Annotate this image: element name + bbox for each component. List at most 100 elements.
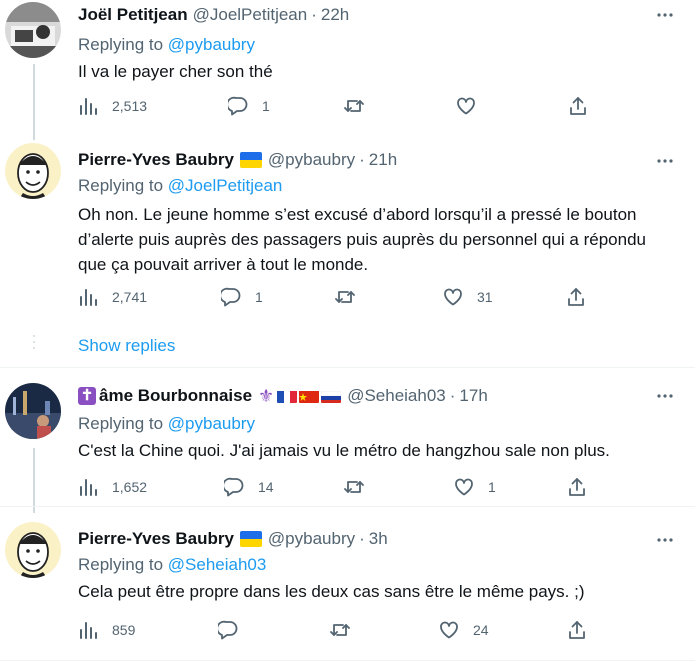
avatar[interactable]: [5, 383, 61, 439]
like-icon: [444, 288, 462, 306]
reply-button[interactable]: 1: [221, 287, 263, 307]
replying-prefix: Replying to: [78, 176, 168, 195]
avatar[interactable]: [5, 522, 61, 578]
retweet-button[interactable]: [335, 287, 369, 307]
reply-icon: [228, 96, 248, 116]
separator-dot: ·: [449, 386, 456, 405]
reply-button[interactable]: [218, 620, 252, 640]
share-button[interactable]: [567, 477, 587, 497]
share-icon: [570, 97, 586, 115]
action-bar: 859 24: [78, 620, 598, 644]
like-count: 31: [477, 289, 493, 305]
replying-to: Replying to @JoelPetitjean: [78, 175, 282, 197]
retweet-button[interactable]: [344, 477, 378, 497]
author-name[interactable]: Pierre-Yves Baubry: [78, 149, 234, 171]
views-button[interactable]: 1,652: [78, 477, 147, 497]
reply-mention-link[interactable]: @pybaubry: [168, 414, 255, 433]
share-icon: [569, 621, 585, 639]
reply-button[interactable]: 1: [228, 96, 270, 116]
replying-to: Replying to @pybaubry: [78, 413, 255, 435]
tweet-1[interactable]: Joël Petitjean @JoelPetitjean · 22h Repl…: [0, 0, 695, 140]
fleur-de-lis-icon: ⚜: [258, 386, 275, 406]
tweet-text: Oh non. Le jeune homme s’est excusé d’ab…: [78, 205, 646, 274]
views-button[interactable]: 2,513: [78, 96, 147, 116]
more-icon[interactable]: [655, 5, 675, 25]
ukraine-flag-icon: [239, 531, 262, 547]
more-icon[interactable]: [655, 386, 675, 406]
reply-count: 14: [258, 479, 274, 495]
more-icon[interactable]: [655, 151, 675, 171]
avatar[interactable]: [5, 143, 61, 199]
views-count: 1,652: [112, 479, 148, 495]
like-button[interactable]: 24: [439, 620, 489, 640]
author-handle[interactable]: @JoelPetitjean: [193, 4, 308, 26]
like-icon: [457, 97, 475, 115]
action-bar: 2,741 1 31: [78, 287, 598, 311]
views-count: 859: [112, 622, 136, 638]
share-button[interactable]: [567, 620, 587, 640]
more-icon[interactable]: [655, 530, 675, 550]
replying-prefix: Replying to: [78, 35, 168, 54]
tweet-4[interactable]: Pierre-Yves Baubry @pybaubry · 3h Replyi…: [0, 508, 695, 662]
tweet-3[interactable]: ✝ âme Bourbonnaise ⚜ @Seheiah03 · 17h Re…: [0, 368, 695, 513]
cross-icon: ✝: [78, 387, 96, 405]
like-icon: [440, 621, 458, 639]
tweet-text: C'est la Chine quoi. J'ai jamais vu le m…: [78, 441, 610, 460]
replying-prefix: Replying to: [78, 414, 168, 433]
reply-mention-link[interactable]: @JoelPetitjean: [168, 176, 283, 195]
share-icon: [568, 288, 584, 306]
author-handle[interactable]: @Seheiah03: [347, 385, 446, 407]
thread-line: [33, 64, 35, 140]
reply-icon: [218, 620, 238, 640]
views-button[interactable]: 859: [78, 620, 135, 640]
russia-flag-icon: [321, 389, 342, 403]
timestamp[interactable]: 22h: [321, 4, 349, 26]
author-name[interactable]: âme Bourbonnaise: [99, 385, 252, 407]
author-name[interactable]: Joël Petitjean: [78, 4, 188, 26]
views-icon: [80, 622, 97, 639]
share-button[interactable]: [568, 96, 588, 116]
author-name[interactable]: Pierre-Yves Baubry: [78, 528, 234, 550]
author-handle[interactable]: @pybaubry: [268, 149, 355, 171]
retweet-button[interactable]: [330, 620, 364, 640]
timestamp[interactable]: 3h: [369, 528, 388, 550]
like-count: 24: [473, 622, 489, 638]
separator-dot: ·: [359, 529, 365, 548]
tweet-text: Cela peut être propre dans les deux cas …: [78, 582, 585, 601]
author-handle[interactable]: @pybaubry: [268, 528, 355, 550]
views-icon: [80, 98, 97, 115]
like-count: 1: [488, 479, 496, 495]
like-icon: [455, 478, 473, 496]
timestamp[interactable]: 17h: [459, 385, 487, 407]
share-button[interactable]: [566, 287, 586, 307]
france-flag-icon: [277, 389, 298, 403]
separator-dot: ·: [311, 5, 317, 24]
replying-to: Replying to @Seheiah03: [78, 554, 266, 576]
thread-dots: [33, 335, 35, 353]
views-button[interactable]: 2,741: [78, 287, 147, 307]
retweet-icon: [330, 624, 350, 636]
reply-count: 1: [262, 98, 270, 114]
retweet-button[interactable]: [344, 96, 378, 116]
like-button[interactable]: 31: [443, 287, 493, 307]
replying-to: Replying to @pybaubry: [78, 34, 255, 56]
reply-mention-link[interactable]: @pybaubry: [168, 35, 255, 54]
views-icon: [80, 479, 97, 496]
views-icon: [80, 289, 97, 306]
reply-icon: [224, 477, 244, 497]
views-count: 2,513: [112, 98, 148, 114]
reply-button[interactable]: 14: [224, 477, 274, 497]
like-button[interactable]: [456, 96, 490, 116]
retweet-icon: [344, 481, 364, 493]
timestamp[interactable]: 21h: [369, 149, 397, 171]
china-flag-icon: [299, 389, 320, 403]
avatar[interactable]: [5, 2, 61, 58]
like-button[interactable]: 1: [454, 477, 496, 497]
thread-line: [33, 448, 35, 513]
reply-mention-link[interactable]: @Seheiah03: [168, 555, 267, 574]
ukraine-flag-icon: [239, 152, 262, 168]
tweet-text: Il va le payer cher son thé: [78, 62, 273, 81]
tweet-2[interactable]: Pierre-Yves Baubry @pybaubry · 21h Reply…: [0, 135, 695, 360]
reply-icon: [221, 287, 241, 307]
show-replies-link[interactable]: Show replies: [78, 336, 175, 356]
